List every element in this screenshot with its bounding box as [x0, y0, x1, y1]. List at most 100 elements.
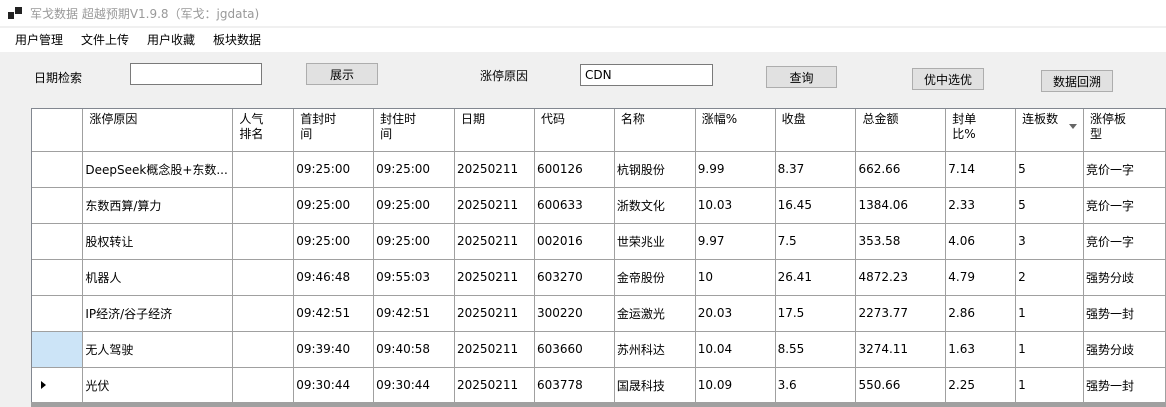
- table-cell[interactable]: 662.66: [855, 151, 947, 188]
- table-cell[interactable]: 浙数文化: [614, 187, 696, 224]
- table-cell[interactable]: 600633: [534, 187, 615, 224]
- table-cell[interactable]: 09:46:48: [293, 259, 375, 296]
- column-header[interactable]: 名称: [614, 109, 696, 152]
- table-cell[interactable]: 26.41: [775, 259, 857, 296]
- column-header[interactable]: 总金额: [855, 109, 947, 152]
- table-cell[interactable]: 20250211: [454, 259, 535, 296]
- column-header[interactable]: 涨停板型: [1083, 109, 1166, 152]
- table-cell[interactable]: 600126: [534, 151, 615, 188]
- data-backtrack-button[interactable]: 数据回溯: [1041, 70, 1113, 92]
- table-cell[interactable]: 3274.11: [855, 331, 947, 368]
- table-row[interactable]: 东数西算/算力 09:25:00 09:25:00 20250211 600633 浙数文…: [32, 187, 1166, 224]
- table-cell[interactable]: 20.03: [695, 295, 776, 332]
- table-cell[interactable]: 杭钢股份: [614, 151, 696, 188]
- row-header[interactable]: [32, 223, 84, 260]
- table-cell[interactable]: 7.5: [775, 223, 857, 260]
- table-cell[interactable]: 10.09: [695, 367, 776, 404]
- table-cell[interactable]: [232, 151, 295, 188]
- table-cell[interactable]: 603270: [534, 259, 615, 296]
- table-cell[interactable]: 强势一封: [1083, 295, 1166, 332]
- table-cell[interactable]: 1: [1015, 367, 1084, 404]
- menu-file-upload[interactable]: 文件上传: [72, 29, 138, 51]
- table-cell[interactable]: 16.45: [775, 187, 857, 224]
- table-cell[interactable]: 4872.23: [855, 259, 947, 296]
- row-header[interactable]: [32, 331, 84, 368]
- table-cell[interactable]: 无人驾驶: [82, 331, 234, 368]
- table-cell[interactable]: 20250211: [454, 367, 535, 404]
- table-cell[interactable]: 09:25:00: [373, 151, 456, 188]
- table-cell[interactable]: 1384.06: [855, 187, 947, 224]
- menu-sector-data[interactable]: 板块数据: [204, 29, 270, 51]
- column-header[interactable]: 首封时间: [293, 109, 375, 152]
- table-cell[interactable]: 09:30:44: [373, 367, 456, 404]
- table-cell[interactable]: 2273.77: [855, 295, 947, 332]
- table-cell[interactable]: 2.25: [945, 367, 1017, 404]
- query-button[interactable]: 查询: [766, 66, 837, 88]
- table-cell[interactable]: [232, 367, 295, 404]
- table-cell[interactable]: 300220: [534, 295, 615, 332]
- table-cell[interactable]: 4.06: [945, 223, 1017, 260]
- table-cell[interactable]: 09:25:00: [373, 187, 456, 224]
- table-cell[interactable]: 09:55:03: [373, 259, 456, 296]
- table-cell[interactable]: 东数西算/算力: [82, 187, 234, 224]
- reason-input[interactable]: [580, 64, 713, 86]
- table-cell[interactable]: 20250211: [454, 151, 535, 188]
- table-cell[interactable]: 09:25:00: [293, 223, 375, 260]
- table-cell[interactable]: 10: [695, 259, 776, 296]
- table-cell[interactable]: 光伏: [82, 367, 234, 404]
- table-cell[interactable]: 10.04: [695, 331, 776, 368]
- table-cell[interactable]: 10.03: [695, 187, 776, 224]
- table-cell[interactable]: 20250211: [454, 187, 535, 224]
- table-cell[interactable]: 09:39:40: [293, 331, 375, 368]
- table-cell[interactable]: 2.33: [945, 187, 1017, 224]
- table-cell[interactable]: 5: [1015, 151, 1084, 188]
- column-header[interactable]: 涨停原因: [82, 109, 234, 152]
- table-cell[interactable]: [232, 331, 295, 368]
- table-cell[interactable]: 8.37: [775, 151, 857, 188]
- table-cell[interactable]: DeepSeek概念股+东数...: [82, 151, 234, 188]
- table-cell[interactable]: 9.97: [695, 223, 776, 260]
- table-cell[interactable]: 09:25:00: [373, 223, 456, 260]
- menu-user-management[interactable]: 用户管理: [6, 29, 72, 51]
- table-row[interactable]: 无人驾驶 09:39:40 09:40:58 20250211 603660 苏州科达 10…: [32, 331, 1166, 368]
- date-input[interactable]: [130, 63, 262, 85]
- row-header-corner[interactable]: [32, 109, 84, 152]
- table-cell[interactable]: 强势一封: [1083, 367, 1166, 404]
- table-cell[interactable]: 1: [1015, 331, 1084, 368]
- row-header[interactable]: [32, 295, 84, 332]
- table-cell[interactable]: 强势分歧: [1083, 331, 1166, 368]
- table-cell[interactable]: 09:25:00: [293, 151, 375, 188]
- table-cell[interactable]: [232, 187, 295, 224]
- column-header[interactable]: 人气 排名: [232, 109, 295, 152]
- table-cell[interactable]: 2.86: [945, 295, 1017, 332]
- row-header[interactable]: [32, 259, 84, 296]
- table-cell[interactable]: 20250211: [454, 295, 535, 332]
- table-cell[interactable]: 4.79: [945, 259, 1017, 296]
- table-cell[interactable]: 1.63: [945, 331, 1017, 368]
- table-cell[interactable]: 550.66: [855, 367, 947, 404]
- table-cell[interactable]: 8.55: [775, 331, 857, 368]
- table-cell[interactable]: [232, 295, 295, 332]
- row-header[interactable]: [32, 367, 84, 404]
- column-header[interactable]: 代码: [534, 109, 615, 152]
- table-row[interactable]: 光伏 09:30:44 09:30:44 20250211 603778 国晟科技 10.0…: [32, 367, 1166, 404]
- table-row[interactable]: 股权转让 09:25:00 09:25:00 20250211 002016 世荣兆业 9.…: [32, 223, 1166, 260]
- table-cell[interactable]: 09:42:51: [293, 295, 375, 332]
- table-cell[interactable]: 机器人: [82, 259, 234, 296]
- table-cell[interactable]: 20250211: [454, 223, 535, 260]
- table-cell[interactable]: 竞价一字: [1083, 223, 1166, 260]
- table-row[interactable]: IP经济/谷子经济 09:42:51 09:42:51 20250211 300220 金…: [32, 295, 1166, 332]
- column-header[interactable]: 封单 比%: [945, 109, 1017, 152]
- table-cell[interactable]: 9.99: [695, 151, 776, 188]
- table-cell[interactable]: 竞价一字: [1083, 187, 1166, 224]
- table-cell[interactable]: 金运激光: [614, 295, 696, 332]
- row-header[interactable]: [32, 151, 84, 188]
- table-cell[interactable]: [232, 259, 295, 296]
- table-cell[interactable]: IP经济/谷子经济: [82, 295, 234, 332]
- table-cell[interactable]: 09:42:51: [373, 295, 456, 332]
- table-cell[interactable]: 3.6: [775, 367, 857, 404]
- table-cell[interactable]: 17.5: [775, 295, 857, 332]
- table-cell[interactable]: [232, 223, 295, 260]
- table-cell[interactable]: 世荣兆业: [614, 223, 696, 260]
- show-button[interactable]: 展示: [306, 63, 378, 85]
